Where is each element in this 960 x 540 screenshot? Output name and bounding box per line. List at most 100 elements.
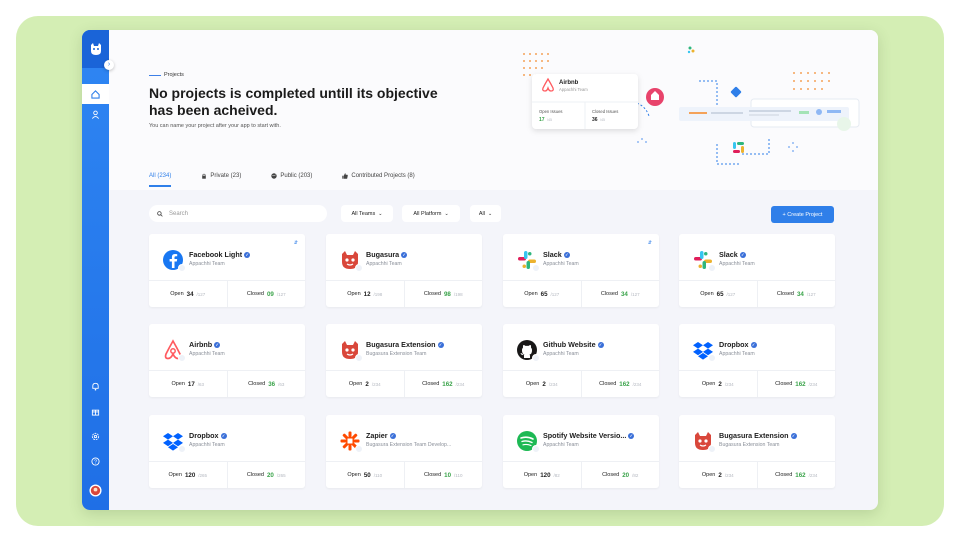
- closed-issues[interactable]: Closed 98/198: [403, 281, 483, 307]
- closed-label: Closed: [246, 291, 264, 297]
- project-name[interactable]: Bugasura Extension ✓: [719, 431, 797, 440]
- airbnb-logo-icon: [162, 339, 186, 362]
- project-name-text: Bugasura Extension: [366, 340, 436, 349]
- project-name[interactable]: Slack ✓: [719, 250, 746, 259]
- closed-issues[interactable]: Closed 20/265: [226, 462, 306, 488]
- open-issues[interactable]: Open 2/234: [326, 371, 404, 397]
- search-input[interactable]: Search: [149, 205, 327, 222]
- open-total: /234: [724, 381, 734, 387]
- svg-text:?: ?: [94, 459, 97, 465]
- all-filter[interactable]: All ⌄: [470, 205, 501, 222]
- closed-issues[interactable]: Closed 34/127: [580, 281, 660, 307]
- create-project-button[interactable]: + Create Project: [771, 206, 834, 223]
- help-icon[interactable]: ?: [82, 451, 109, 471]
- project-name[interactable]: Github Website ✓: [543, 340, 604, 349]
- open-label: Open: [348, 381, 363, 387]
- project-name[interactable]: Spotify Website Versio... ✓: [543, 431, 635, 440]
- open-count: 2: [542, 380, 546, 388]
- gift-icon[interactable]: [82, 401, 109, 421]
- bell-icon[interactable]: [82, 376, 109, 396]
- project-card[interactable]: Spotify Website Versio... ✓ Appachhi Team O…: [503, 415, 659, 488]
- verified-icon: ✓: [437, 341, 444, 348]
- card-header: Dropbox ✓ Appachhi Team: [149, 415, 305, 461]
- project-card[interactable]: Bugasura Extension ✓ Bugasura Extension Te…: [679, 415, 835, 488]
- sidebar: ?: [82, 30, 109, 510]
- closed-total: /234: [808, 472, 818, 478]
- closed-issues[interactable]: Closed 20/82: [580, 462, 660, 488]
- platform-filter[interactable]: All Platform ⌄: [402, 205, 460, 222]
- project-card[interactable]: Airbnb ✓ Appachhi Team Open 17/63 Closed 36/63: [149, 324, 305, 397]
- verified-icon: ✓: [790, 432, 797, 439]
- project-card[interactable]: Bugasura Extension ✓ Bugasura Extension Te…: [326, 324, 482, 397]
- project-card[interactable]: Bugasura ✓ Appachhi Team Open 12/198 Closed 98…: [326, 234, 482, 307]
- open-count: 65: [540, 290, 548, 298]
- project-name[interactable]: Airbnb ✓: [189, 340, 221, 349]
- open-issues[interactable]: Open 50/110: [326, 462, 404, 488]
- platform-badge-icon: [178, 354, 186, 362]
- sidebar-expand-button[interactable]: ›: [104, 60, 114, 70]
- open-count: 50: [363, 471, 371, 479]
- project-name[interactable]: Facebook Light ✓: [189, 250, 251, 259]
- tab-contributed[interactable]: Contributed Projects (8): [342, 173, 415, 187]
- open-issues[interactable]: Open 12/198: [326, 281, 404, 307]
- dropbox-logo-icon: [692, 339, 716, 362]
- closed-issues[interactable]: Closed 10/110: [403, 462, 483, 488]
- project-card[interactable]: Facebook Light ✓ Appachhi Team ⇵ Open 34/127 C…: [149, 234, 305, 307]
- open-issues[interactable]: Open 120/265: [149, 462, 227, 488]
- open-issues[interactable]: Open 65/127: [679, 281, 757, 307]
- project-card[interactable]: Github Website ✓ Appachhi Team Open 2/234 Clo…: [503, 324, 659, 397]
- teams-filter[interactable]: All Teams ⌄: [341, 205, 393, 222]
- closed-issues[interactable]: Closed 34/127: [756, 281, 836, 307]
- project-name[interactable]: Dropbox ✓: [719, 340, 757, 349]
- closed-count: 36: [268, 380, 276, 388]
- user-icon[interactable]: [82, 104, 109, 124]
- tab-all[interactable]: All (234): [149, 173, 172, 187]
- project-name[interactable]: Slack ✓: [543, 250, 570, 259]
- project-name-text: Bugasura Extension: [719, 431, 789, 440]
- settings-icon[interactable]: [82, 426, 109, 446]
- closed-issues[interactable]: Closed 36/63: [226, 371, 306, 397]
- project-card[interactable]: Slack ✓ Appachhi Team ⇵ Open 65/127 Closed 34/1…: [503, 234, 659, 307]
- pin-icon[interactable]: ⇵: [648, 240, 652, 246]
- thumbs-up-icon: [342, 173, 349, 179]
- project-card[interactable]: Dropbox ✓ Appachhi Team Open 120/265 Closed 20…: [149, 415, 305, 488]
- open-total: /127: [726, 291, 736, 297]
- card-header: Slack ✓ Appachhi Team ⇵: [503, 234, 659, 280]
- card-header: Airbnb ✓ Appachhi Team: [149, 324, 305, 370]
- pin-icon[interactable]: ⇵: [294, 240, 298, 246]
- project-card[interactable]: Slack ✓ Appachhi Team Open 65/127 Closed 34/12…: [679, 234, 835, 307]
- card-header: Bugasura Extension ✓ Bugasura Extension Te…: [679, 415, 835, 461]
- bugasura-logo-icon: [339, 339, 363, 362]
- project-name[interactable]: Zapier ✓: [366, 431, 396, 440]
- project-card[interactable]: Dropbox ✓ Appachhi Team Open 2/234 Closed 162/…: [679, 324, 835, 397]
- project-name[interactable]: Bugasura Extension ✓: [366, 340, 444, 349]
- open-issues[interactable]: Open 2/234: [679, 371, 757, 397]
- closed-issues[interactable]: Closed 162/234: [580, 371, 660, 397]
- tab-private[interactable]: Private (23): [201, 173, 241, 187]
- project-name[interactable]: Dropbox ✓: [189, 431, 227, 440]
- closed-issues[interactable]: Closed 162/234: [756, 371, 836, 397]
- closed-issues[interactable]: Closed 162/234: [756, 462, 836, 488]
- open-issues[interactable]: Open 120/82: [503, 462, 581, 488]
- closed-issues[interactable]: Closed 09/127: [226, 281, 306, 307]
- open-issues[interactable]: Open 2/234: [679, 462, 757, 488]
- tab-public[interactable]: Public (203): [271, 173, 312, 187]
- project-name[interactable]: Bugasura ✓: [366, 250, 408, 259]
- open-count: 65: [716, 290, 724, 298]
- project-name-text: Dropbox: [719, 340, 749, 349]
- closed-issues[interactable]: Closed 162/234: [403, 371, 483, 397]
- project-card[interactable]: Zapier ✓ Bugasura Extension Team Develop..…: [326, 415, 482, 488]
- open-issues[interactable]: Open 2/234: [503, 371, 581, 397]
- card-stats: Open 34/127 Closed 09/127: [149, 280, 305, 307]
- open-issues[interactable]: Open 34/127: [149, 281, 227, 307]
- closed-total: /110: [454, 472, 463, 478]
- open-issues[interactable]: Open 17/63: [149, 371, 227, 397]
- home-icon[interactable]: [82, 84, 109, 104]
- project-team: Appachhi Team: [189, 261, 225, 267]
- open-issues[interactable]: Open 65/127: [503, 281, 581, 307]
- verified-icon: ✓: [220, 432, 227, 439]
- project-team: Appachhi Team: [543, 442, 579, 448]
- globe-icon: [271, 173, 278, 179]
- lock-icon: [202, 173, 207, 179]
- avatar[interactable]: [82, 480, 109, 500]
